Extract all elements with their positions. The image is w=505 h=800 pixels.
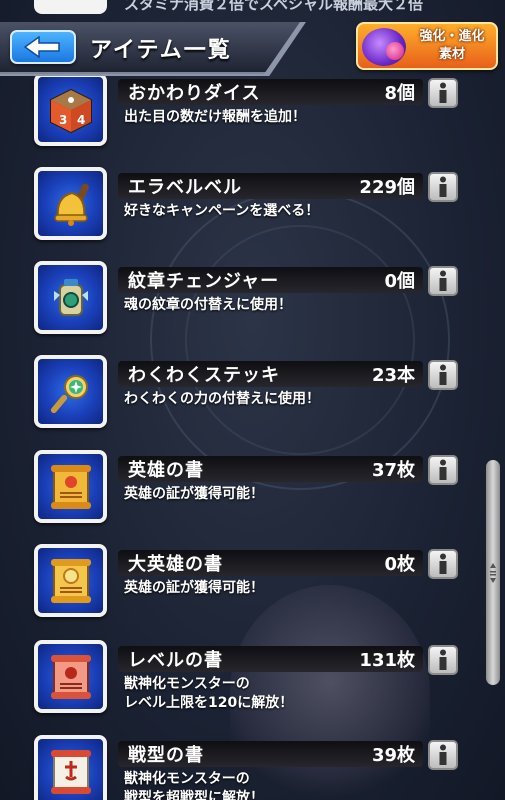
- list-item[interactable]: 戦型の書 39枚 獣神化モンスターの 戦型を超戦型に解放！: [0, 735, 480, 800]
- item-name: 紋章チェンジャー: [128, 271, 280, 292]
- item-count: 0枚: [384, 554, 415, 575]
- item-description: 出た目の数だけ報酬を追加！: [124, 109, 306, 125]
- item-count: 229個: [359, 177, 415, 198]
- info-button[interactable]: [428, 740, 458, 770]
- item-description: 獣神化モンスターの 戦型を超戦型に解放！: [124, 770, 424, 800]
- item-name-bar: エラベルベル 229個: [118, 173, 423, 199]
- item-count: 8個: [384, 83, 415, 104]
- item-icon-frame: [34, 450, 107, 523]
- info-button[interactable]: [428, 266, 458, 296]
- item-name: おかわりダイス: [128, 83, 261, 104]
- info-icon: [439, 553, 447, 574]
- item-icon-frame: [34, 355, 107, 428]
- info-icon: [439, 176, 447, 197]
- dice-icon: 3 4: [49, 88, 92, 133]
- back-button[interactable]: [10, 30, 76, 64]
- list-item[interactable]: エラベルベル 229個 好きなキャンペーンを選べる！: [0, 167, 480, 262]
- item-count: 39枚: [371, 745, 415, 766]
- item-name: 大英雄の書: [128, 554, 223, 575]
- item-name-bar: 英雄の書 37枚: [118, 456, 423, 482]
- back-arrow-icon: [23, 36, 60, 58]
- info-icon: [439, 364, 447, 385]
- info-button[interactable]: [428, 78, 458, 108]
- item-name: わくわくステッキ: [128, 365, 280, 386]
- scroll-great-hero-icon: [50, 558, 91, 603]
- item-description: 魂の紋章の付替えに使用！: [124, 297, 292, 313]
- item-description: 獣神化モンスターの レベル上限を120に解放！: [124, 675, 424, 713]
- svg-text:4: 4: [77, 113, 85, 127]
- item-list[interactable]: 3 4 おかわりダイス 8個 出た目の数だけ報酬を追加！ エラベルベル 229個…: [0, 0, 505, 800]
- item-description-line: 戦型を超戦型に解放！: [124, 790, 264, 800]
- info-button[interactable]: [428, 455, 458, 485]
- item-name-bar: おかわりダイス 8個: [118, 79, 423, 105]
- item-icon-frame: [34, 167, 107, 240]
- list-item[interactable]: 英雄の書 37枚 英雄の証が獲得可能！: [0, 450, 480, 545]
- badge-label-line2: 素材: [438, 47, 465, 62]
- item-description: 英雄の証が獲得可能！: [124, 580, 264, 596]
- scroll-hero-icon: [50, 464, 91, 509]
- item-icon-frame: [34, 544, 107, 617]
- item-name-bar: わくわくステッキ 23本: [118, 361, 423, 387]
- item-name-bar: レベルの書 131枚: [118, 646, 423, 672]
- header: スタミナ消費２倍でスペシャル報酬最大２倍 アイテム一覧 強化・進化 素材: [0, 0, 505, 76]
- scrollbar-thumb[interactable]: [486, 460, 500, 685]
- item-count: 0個: [384, 271, 415, 292]
- scroll-level-icon: [50, 654, 91, 699]
- item-description-line: 獣神化モンスターの: [124, 771, 250, 787]
- item-count: 131枚: [359, 650, 415, 671]
- item-count: 37枚: [371, 460, 415, 481]
- item-name-bar: 紋章チェンジャー 0個: [118, 267, 423, 293]
- svg-text:3: 3: [59, 113, 67, 127]
- item-icon-frame: [34, 261, 107, 334]
- materials-gem-icon: [386, 42, 404, 60]
- item-icon-frame: [34, 735, 107, 800]
- item-description: わくわくの力の付替えに使用！: [124, 391, 320, 407]
- item-description-line: レベル上限を120に解放！: [124, 695, 294, 711]
- item-description: 英雄の証が獲得可能！: [124, 486, 264, 502]
- item-name: レベルの書: [128, 650, 223, 671]
- info-icon: [439, 459, 447, 480]
- info-icon: [439, 744, 447, 765]
- badge-label: 強化・進化 素材: [410, 28, 494, 64]
- scroll-combat-icon: [50, 749, 91, 794]
- badge-label-line1: 強化・進化: [419, 29, 485, 44]
- item-name: 戦型の書: [128, 745, 204, 766]
- partial-item-icon: [34, 0, 107, 14]
- bell-icon: [53, 183, 89, 226]
- page-title: アイテム一覧: [90, 38, 232, 63]
- list-item[interactable]: レベルの書 131枚 獣神化モンスターの レベル上限を120に解放！: [0, 640, 480, 735]
- info-icon: [439, 82, 447, 103]
- item-name: 英雄の書: [128, 460, 204, 481]
- list-item[interactable]: 3 4 おかわりダイス 8個 出た目の数だけ報酬を追加！: [0, 73, 480, 168]
- enhance-evolve-materials-button[interactable]: 強化・進化 素材: [356, 22, 498, 70]
- info-icon: [439, 649, 447, 670]
- emblem-changer-icon: [53, 278, 88, 316]
- list-item[interactable]: 大英雄の書 0枚 英雄の証が獲得可能！: [0, 544, 480, 639]
- info-button[interactable]: [428, 172, 458, 202]
- item-description: 好きなキャンペーンを選べる！: [124, 203, 320, 219]
- info-icon: [439, 270, 447, 291]
- item-name-bar: 戦型の書 39枚: [118, 741, 423, 767]
- item-icon-frame: 3 4: [34, 73, 107, 146]
- item-name: エラベルベル: [128, 177, 242, 198]
- item-name-bar: 大英雄の書 0枚: [118, 550, 423, 576]
- item-description-line: 獣神化モンスターの: [124, 676, 250, 692]
- list-item[interactable]: 紋章チェンジャー 0個 魂の紋章の付替えに使用！: [0, 261, 480, 356]
- info-button[interactable]: [428, 549, 458, 579]
- partial-item-description: スタミナ消費２倍でスペシャル報酬最大２倍: [124, 0, 423, 13]
- item-count: 23本: [371, 365, 415, 386]
- wand-icon: [50, 374, 88, 413]
- info-button[interactable]: [428, 645, 458, 675]
- info-button[interactable]: [428, 360, 458, 390]
- item-icon-frame: [34, 640, 107, 713]
- grip-icon: [490, 562, 496, 583]
- list-item[interactable]: わくわくステッキ 23本 わくわくの力の付替えに使用！: [0, 355, 480, 450]
